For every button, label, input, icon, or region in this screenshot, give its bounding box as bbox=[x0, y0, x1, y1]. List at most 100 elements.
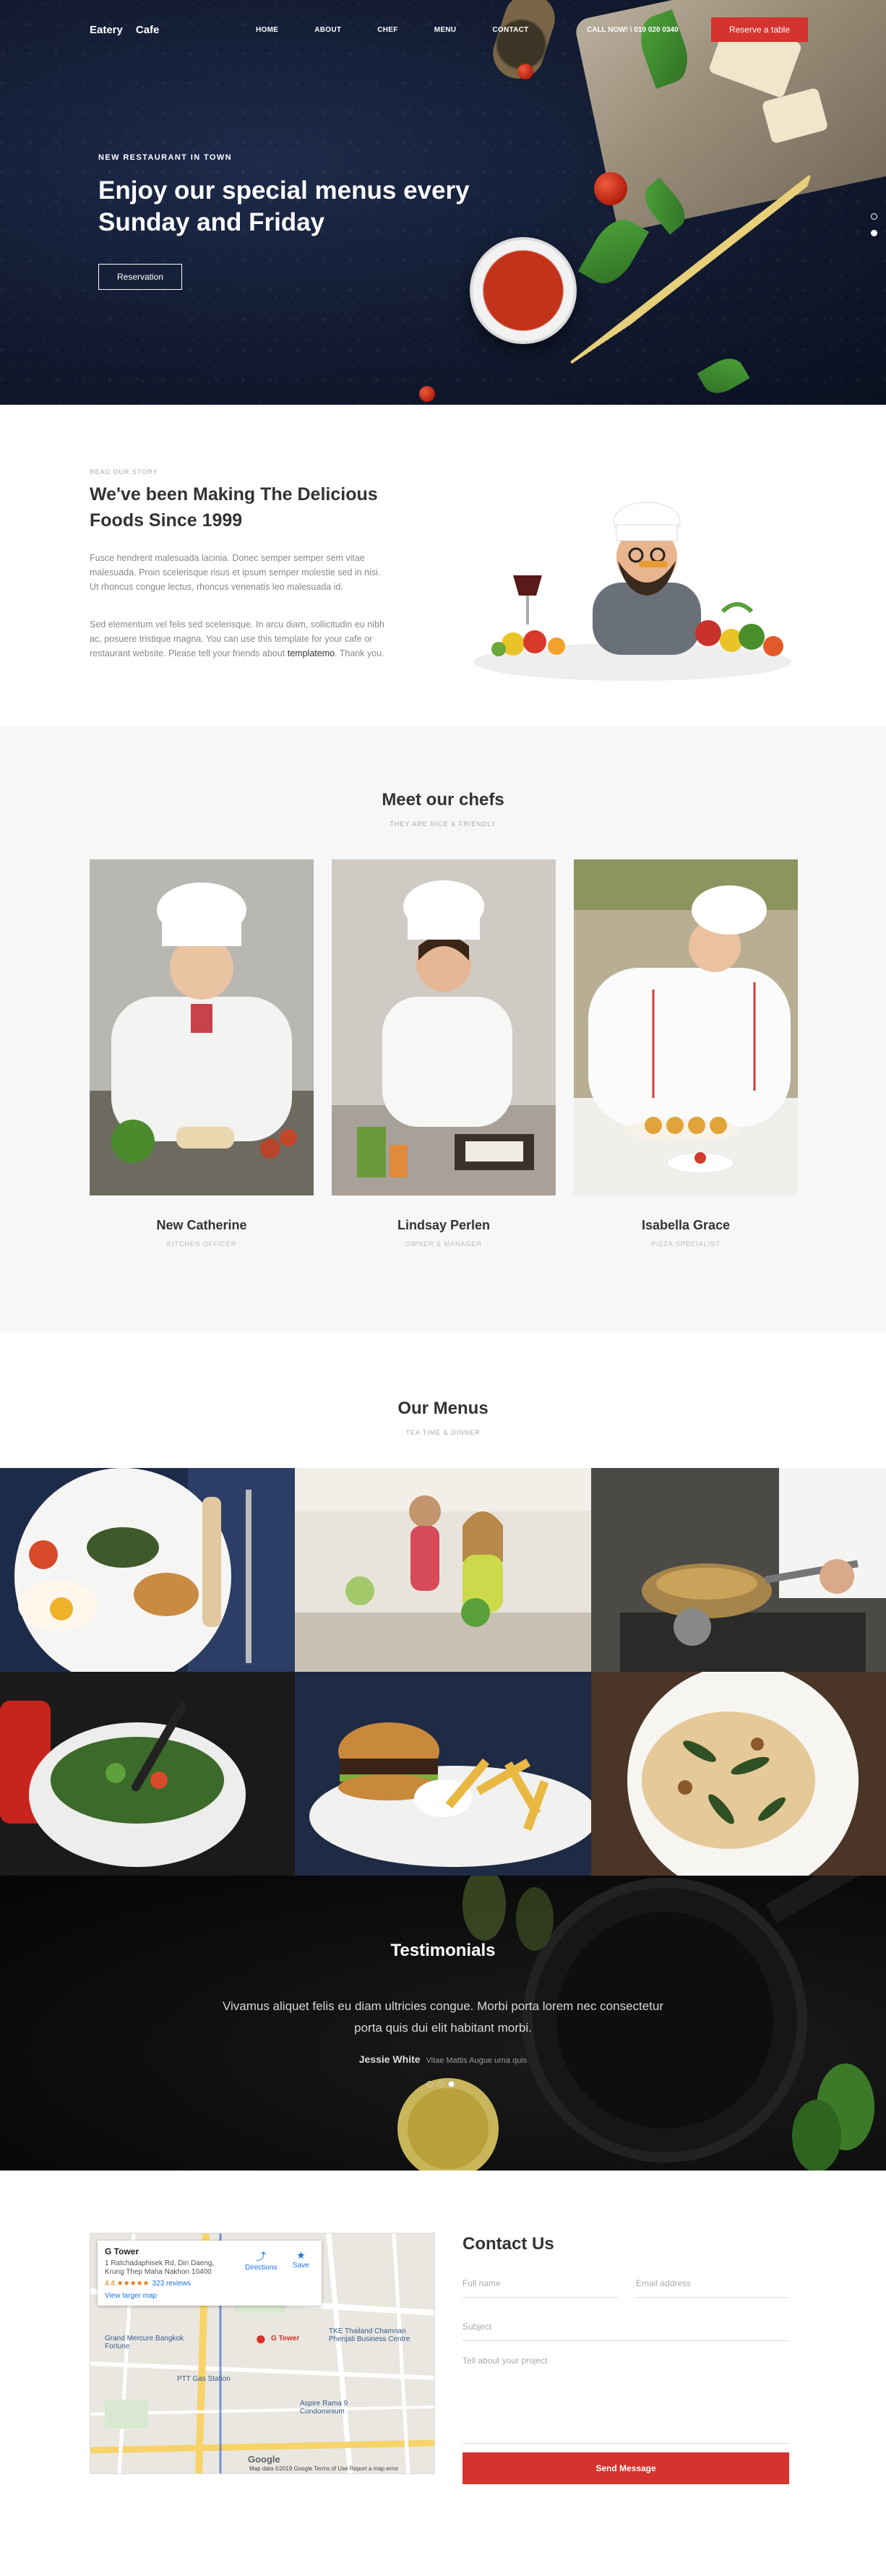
story-eyebrow: READ OUR STORY bbox=[90, 468, 158, 476]
tomato-decoration bbox=[419, 386, 435, 402]
testimonial-dot-active[interactable] bbox=[448, 2081, 455, 2087]
story-paragraph-2b: . Thank you. bbox=[335, 648, 384, 658]
menu-image-family-kitchen[interactable] bbox=[295, 1468, 591, 1672]
menu-image-wok-cooking[interactable] bbox=[591, 1468, 886, 1672]
menu-image-burger-fries[interactable] bbox=[295, 1672, 591, 1876]
map-label: TKE Thailand Chamnan Phenjati Business C… bbox=[329, 2327, 410, 2343]
chef-photo bbox=[574, 859, 798, 1195]
chefs-section: Meet our chefs THEY ARE NICE & FRIENDLY … bbox=[0, 726, 886, 1332]
menus-title: Our Menus bbox=[397, 1399, 489, 1418]
nav-chef[interactable]: CHEF bbox=[377, 26, 397, 34]
slider-dot[interactable] bbox=[871, 213, 877, 220]
nav-menu[interactable]: MENU bbox=[434, 26, 457, 34]
chef-card[interactable]: New Catherine KITCHEN OFFICER bbox=[90, 859, 314, 1248]
directions-icon: ⤴ bbox=[256, 2251, 267, 2262]
testimonials-section: Testimonials Vivamus aliquet felis eu di… bbox=[0, 1876, 886, 2171]
view-larger-map-link[interactable]: View larger map bbox=[105, 2292, 314, 2300]
map-footer: Map data ©2019 Google Terms of Use Repor… bbox=[249, 2465, 399, 2472]
email-field[interactable] bbox=[636, 2269, 789, 2298]
templatemo-link[interactable]: templatemo bbox=[288, 648, 335, 658]
chefs-subtitle: THEY ARE NICE & FRIENDLY bbox=[390, 820, 496, 828]
map-place-card: G Tower 1 Ratchadaphisek Rd, Din Daeng, … bbox=[98, 2241, 322, 2306]
menu-image-salad-bowl[interactable] bbox=[0, 1672, 295, 1876]
story-paragraph-1: Fusce hendrerit malesuada lacinia. Donec… bbox=[90, 553, 381, 592]
brand-word-2: Cafe bbox=[135, 24, 160, 36]
reserve-table-button[interactable]: Reserve a table bbox=[711, 17, 808, 42]
hero-section: Eatery Cafe HOME ABOUT CHEF MENU CONTACT … bbox=[0, 0, 886, 405]
chef-role: OWNER & MANAGER bbox=[405, 1240, 482, 1248]
story-paragraph-2: Sed elementum vel felis sed scelerisque.… bbox=[90, 617, 386, 661]
map-rating: 4.4 ★★★★★ 323 reviews bbox=[105, 2280, 314, 2288]
nav-home[interactable]: HOME bbox=[256, 26, 278, 34]
brand-word-1: Eatery bbox=[90, 24, 123, 36]
map-pin-icon[interactable]: ● bbox=[255, 2327, 267, 2350]
directions-label: Directions bbox=[245, 2264, 278, 2272]
tomato-decoration bbox=[517, 64, 533, 80]
star-icon: ★ bbox=[296, 2249, 306, 2261]
brand-logo[interactable]: Eatery Cafe bbox=[90, 24, 172, 36]
google-logo: Google bbox=[248, 2454, 280, 2465]
map-place-address: 1 Ratchadaphisek Rd, Din Daeng, Krung Th… bbox=[105, 2259, 215, 2276]
slider-dot-active[interactable] bbox=[871, 230, 877, 236]
map-pin-label: G Tower bbox=[271, 2335, 300, 2343]
main-menu: HOME ABOUT CHEF MENU CONTACT bbox=[256, 26, 565, 34]
chef-photo bbox=[332, 859, 556, 1195]
subject-field[interactable] bbox=[463, 2312, 789, 2341]
full-name-field[interactable] bbox=[463, 2269, 618, 2298]
map-label: Grand Mercure Bangkok Fortune bbox=[105, 2335, 184, 2350]
map-label: Aspire Rama 9 Condominium bbox=[300, 2400, 348, 2416]
testimonial-dots bbox=[426, 2081, 455, 2087]
testimonial-dot[interactable] bbox=[426, 2081, 433, 2087]
map-rating-stars: 4.4 ★★★★★ bbox=[105, 2280, 150, 2288]
story-title: We've been Making The Delicious Foods Si… bbox=[90, 484, 378, 531]
directions-button[interactable]: ⤴ Directions bbox=[245, 2249, 277, 2272]
chef-card[interactable]: Isabella Grace PIZZA SPECIALIST bbox=[574, 859, 798, 1248]
message-field[interactable] bbox=[463, 2351, 789, 2444]
menu-image-breakfast[interactable] bbox=[0, 1468, 295, 1672]
chef-name: Lindsay Perlen bbox=[397, 1218, 491, 1232]
map-label: PTT Gas Station bbox=[177, 2375, 231, 2383]
chef-with-vegetables-image bbox=[473, 502, 791, 681]
testimonial-dot[interactable] bbox=[437, 2081, 444, 2087]
chef-name: New Catherine bbox=[156, 1218, 247, 1232]
google-map[interactable]: G Tower 1 Ratchadaphisek Rd, Din Daeng, … bbox=[90, 2233, 435, 2474]
hero-title: Enjoy our special menus every Sunday and… bbox=[98, 176, 470, 236]
tomato-decoration bbox=[594, 172, 627, 205]
chef-name: Isabella Grace bbox=[641, 1218, 731, 1232]
menus-subtitle: TEA TIME & DINNER bbox=[405, 1429, 481, 1436]
save-button[interactable]: ★ Save bbox=[293, 2249, 309, 2270]
map-place-name: G Tower bbox=[105, 2246, 139, 2257]
chefs-title: Meet our chefs bbox=[382, 790, 504, 810]
nav-contact[interactable]: CONTACT bbox=[492, 26, 528, 34]
testimonial-author: Jessie White Vitae Mattis Augue urna qui… bbox=[0, 2053, 886, 2065]
hero-slider-dots bbox=[871, 213, 877, 246]
menu-image-pasta[interactable] bbox=[591, 1672, 886, 1876]
testimonial-quote: Vivamus aliquet felis eu diam ultricies … bbox=[222, 1999, 664, 2035]
chef-role: PIZZA SPECIALIST bbox=[651, 1240, 721, 1248]
map-reviews-link[interactable]: 323 reviews bbox=[152, 2280, 191, 2288]
hero-subtitle: NEW RESTAURANT IN TOWN bbox=[98, 153, 232, 162]
menu-gallery bbox=[0, 1468, 886, 1876]
contact-section: G Tower 1 Ratchadaphisek Rd, Din Daeng, … bbox=[0, 2171, 886, 2563]
pasta-image bbox=[591, 1672, 886, 1876]
testimonials-title: Testimonials bbox=[390, 1941, 496, 1960]
testimonial-name: Jessie White bbox=[358, 2053, 421, 2065]
breakfast-image bbox=[0, 1468, 295, 1672]
family-kitchen-image bbox=[295, 1468, 591, 1672]
send-message-button[interactable]: Send Message bbox=[463, 2452, 789, 2484]
story-section: READ OUR STORY We've been Making The Del… bbox=[0, 405, 886, 726]
salad-bowl-image bbox=[0, 1672, 295, 1876]
chef-photo bbox=[90, 859, 314, 1195]
contact-title: Contact Us bbox=[463, 2234, 554, 2254]
call-now-text: CALL NOW! \ 010 020 0340 bbox=[587, 26, 679, 34]
burger-fries-image bbox=[295, 1672, 591, 1876]
chef-card[interactable]: Lindsay Perlen OWNER & MANAGER bbox=[332, 859, 556, 1248]
chef-role: KITCHEN OFFICER bbox=[166, 1240, 237, 1248]
wok-cooking-image bbox=[591, 1468, 886, 1672]
save-label: Save bbox=[293, 2262, 309, 2270]
menus-section-header: Our Menus TEA TIME & DINNER bbox=[0, 1332, 886, 1468]
reservation-button[interactable]: Reservation bbox=[98, 264, 182, 290]
nav-about[interactable]: ABOUT bbox=[314, 26, 341, 34]
sauce-bowl-decoration bbox=[470, 237, 577, 344]
testimonial-role: Vitae Mattis Augue urna quis bbox=[426, 2056, 528, 2065]
